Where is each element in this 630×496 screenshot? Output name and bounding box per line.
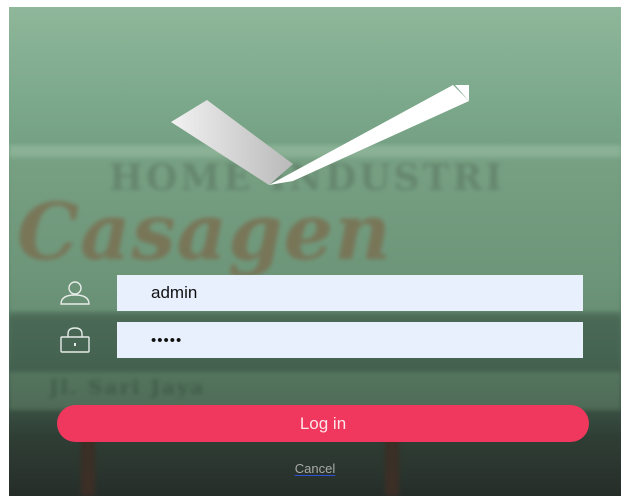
lock-icon	[55, 322, 95, 358]
username-row	[55, 275, 585, 311]
background-sign-line-2: Casagen	[17, 187, 392, 278]
username-input[interactable]	[117, 275, 583, 311]
cancel-link[interactable]: Cancel	[9, 461, 621, 476]
checkmark-logo-icon	[171, 85, 469, 185]
user-icon	[55, 275, 95, 311]
password-input[interactable]	[117, 322, 583, 358]
login-screen: HOME INDUSTRI Casagen Jl. Sari Jaya admi…	[9, 7, 621, 496]
password-row	[55, 322, 585, 358]
background-sign-line-3: Jl. Sari Jaya	[49, 375, 206, 399]
login-button[interactable]: Log in	[57, 405, 589, 442]
